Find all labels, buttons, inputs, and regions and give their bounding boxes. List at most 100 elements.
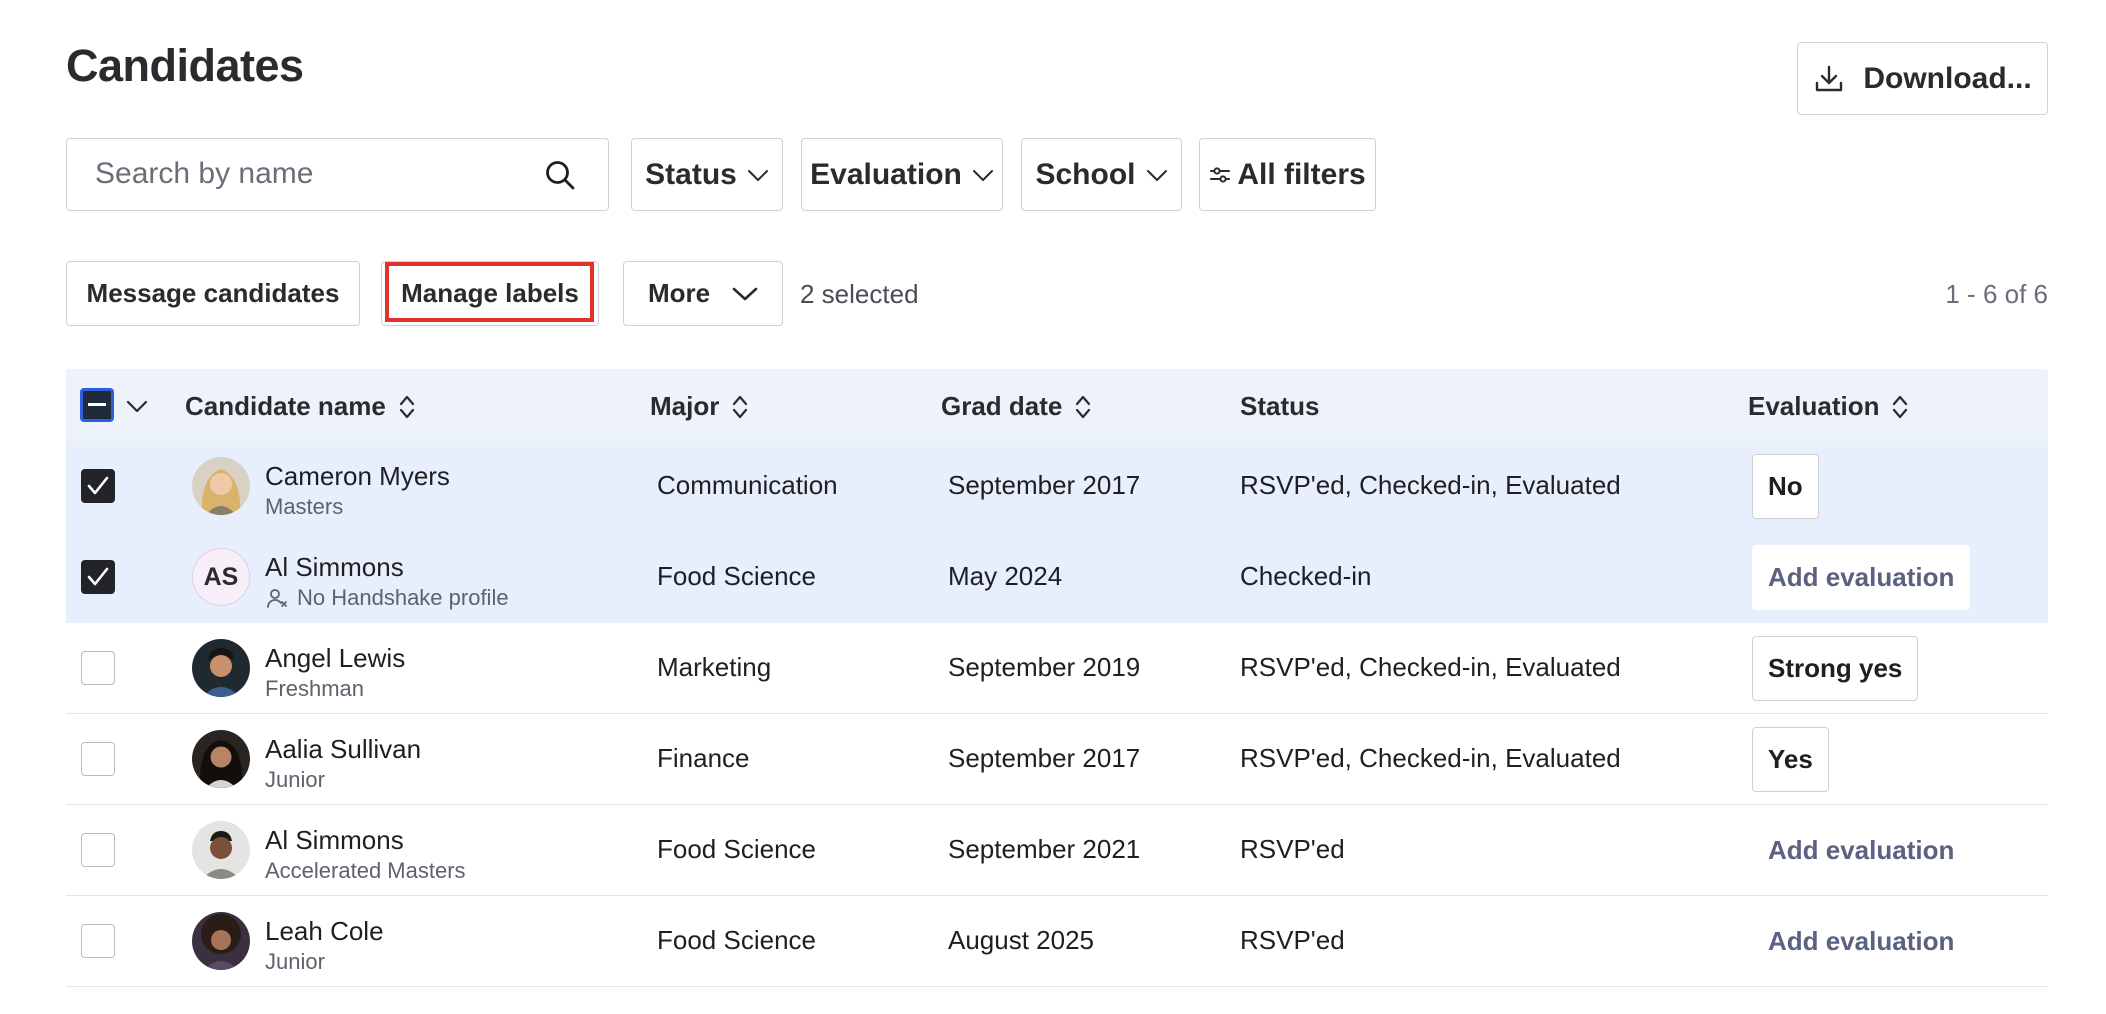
candidate-status: RSVP'ed <box>1240 834 1345 864</box>
candidate-program: Junior <box>265 949 325 975</box>
chevron-down-icon[interactable] <box>126 399 148 413</box>
candidate-grad-date: September 2021 <box>948 834 1141 864</box>
row-checkbox[interactable] <box>81 833 115 867</box>
candidate-name[interactable]: Angel Lewis <box>265 643 405 674</box>
table-row[interactable]: AS Al Simmons No Handshake profile Food … <box>66 532 2048 623</box>
candidate-program-text: Junior <box>265 949 325 974</box>
pagination-info: 1 - 6 of 6 <box>1945 279 2048 309</box>
select-all-checkbox[interactable] <box>80 388 114 422</box>
search-box[interactable] <box>66 138 609 211</box>
row-checkbox[interactable] <box>81 651 115 685</box>
candidate-status: RSVP'ed <box>1240 925 1345 955</box>
column-evaluation-label: Evaluation <box>1748 391 1880 421</box>
no-profile-icon <box>267 589 287 608</box>
candidate-name[interactable]: Aalia Sullivan <box>265 734 421 765</box>
row-checkbox[interactable] <box>81 924 115 958</box>
candidate-name[interactable]: Al Simmons <box>265 825 404 856</box>
download-icon <box>1816 65 1843 91</box>
candidate-major: Marketing <box>657 652 772 682</box>
candidate-program-text: No Handshake profile <box>297 585 509 610</box>
search-input[interactable] <box>95 139 535 209</box>
candidate-name[interactable]: Leah Cole <box>265 916 384 947</box>
column-major-label: Major <box>650 391 720 421</box>
evaluation-badge[interactable]: No <box>1752 454 1819 519</box>
avatar <box>192 821 250 879</box>
person-photo-icon <box>192 730 250 788</box>
column-grad-date[interactable]: Grad date <box>941 391 1092 422</box>
table-row[interactable]: Angel Lewis Freshman Marketing September… <box>66 623 2048 714</box>
person-photo-icon <box>192 821 250 879</box>
candidate-program-text: Freshman <box>265 676 365 701</box>
more-dropdown[interactable]: More <box>623 261 783 326</box>
candidate-program: Masters <box>265 494 343 520</box>
message-candidates-label: Message candidates <box>86 278 340 308</box>
candidate-major: Finance <box>657 743 750 773</box>
candidate-status: Checked-in <box>1240 561 1372 591</box>
add-evaluation-button[interactable]: Add evaluation <box>1752 545 1971 610</box>
candidate-grad-date: September 2017 <box>948 470 1141 500</box>
table-row[interactable]: Aalia Sullivan Junior Finance September … <box>66 714 2048 805</box>
avatar <box>192 457 250 515</box>
candidate-program: No Handshake profile <box>265 585 509 611</box>
download-button[interactable]: Download... <box>1797 42 2048 115</box>
table-row[interactable]: Leah Cole Junior Food Science August 202… <box>66 896 2048 987</box>
sort-icon <box>1893 395 1908 418</box>
candidate-name[interactable]: Al Simmons <box>265 552 404 583</box>
sort-icon <box>733 395 748 418</box>
message-candidates-button[interactable]: Message candidates <box>66 261 360 326</box>
status-filter-dropdown[interactable]: Status <box>631 138 783 211</box>
manage-labels-label: Manage labels <box>401 278 579 308</box>
evaluation-badge[interactable]: Yes <box>1752 727 1829 792</box>
sliders-icon <box>1210 166 1231 183</box>
candidate-major: Food Science <box>657 925 816 955</box>
candidate-program: Freshman <box>265 676 364 702</box>
school-filter-dropdown[interactable]: School <box>1021 138 1182 211</box>
chevron-down-icon <box>732 287 758 300</box>
column-grad-date-label: Grad date <box>941 391 1063 421</box>
status-filter-label: Status <box>645 157 737 191</box>
row-checkbox[interactable] <box>81 742 115 776</box>
sort-icon <box>1076 395 1091 418</box>
download-label: Download... <box>1863 61 2032 95</box>
evaluation-badge[interactable]: Strong yes <box>1752 636 1919 701</box>
table-row[interactable]: Cameron Myers Masters Communication Sept… <box>66 441 2048 532</box>
checkmark-icon <box>87 476 109 495</box>
checkmark-icon <box>87 567 109 586</box>
selected-count: 2 selected <box>800 279 919 309</box>
column-status: Status <box>1240 391 1319 422</box>
add-evaluation-button[interactable]: Add evaluation <box>1752 818 1970 883</box>
manage-labels-button[interactable]: Manage labels <box>381 261 599 326</box>
search-icon[interactable] <box>544 159 576 191</box>
column-evaluation[interactable]: Evaluation <box>1748 391 1909 422</box>
candidate-major: Food Science <box>657 561 816 591</box>
more-label: More <box>647 278 711 308</box>
candidate-program-text: Junior <box>265 767 325 792</box>
column-candidate-name-label: Candidate name <box>185 391 386 421</box>
table-row[interactable]: Al Simmons Accelerated Masters Food Scie… <box>66 805 2048 896</box>
candidate-status: RSVP'ed, Checked-in, Evaluated <box>1240 652 1621 682</box>
chevron-down-icon <box>1146 169 1167 181</box>
row-checkbox[interactable] <box>81 560 115 594</box>
school-filter-label: School <box>1035 157 1136 191</box>
candidate-grad-date: September 2017 <box>948 743 1141 773</box>
all-filters-button[interactable]: All filters <box>1199 138 1376 211</box>
candidates-table: Candidate name Major Grad date Status Ev… <box>66 369 2048 987</box>
column-major[interactable]: Major <box>650 391 749 422</box>
row-checkbox[interactable] <box>81 469 115 503</box>
avatar <box>192 730 250 788</box>
column-candidate-name[interactable]: Candidate name <box>185 391 416 422</box>
person-photo-icon <box>192 457 250 515</box>
all-filters-label: All filters <box>1237 157 1366 191</box>
candidate-name[interactable]: Cameron Myers <box>265 461 450 492</box>
candidate-status: RSVP'ed, Checked-in, Evaluated <box>1240 470 1621 500</box>
candidate-program: Accelerated Masters <box>265 858 466 884</box>
chevron-down-icon <box>747 169 768 181</box>
avatar <box>192 912 250 970</box>
page-title: Candidates <box>66 40 304 91</box>
sort-icon <box>399 395 414 418</box>
evaluation-filter-dropdown[interactable]: Evaluation <box>801 138 1003 211</box>
candidate-major: Communication <box>657 470 838 500</box>
candidate-grad-date: September 2019 <box>948 652 1141 682</box>
add-evaluation-button[interactable]: Add evaluation <box>1752 909 1970 974</box>
candidate-major: Food Science <box>657 834 816 864</box>
